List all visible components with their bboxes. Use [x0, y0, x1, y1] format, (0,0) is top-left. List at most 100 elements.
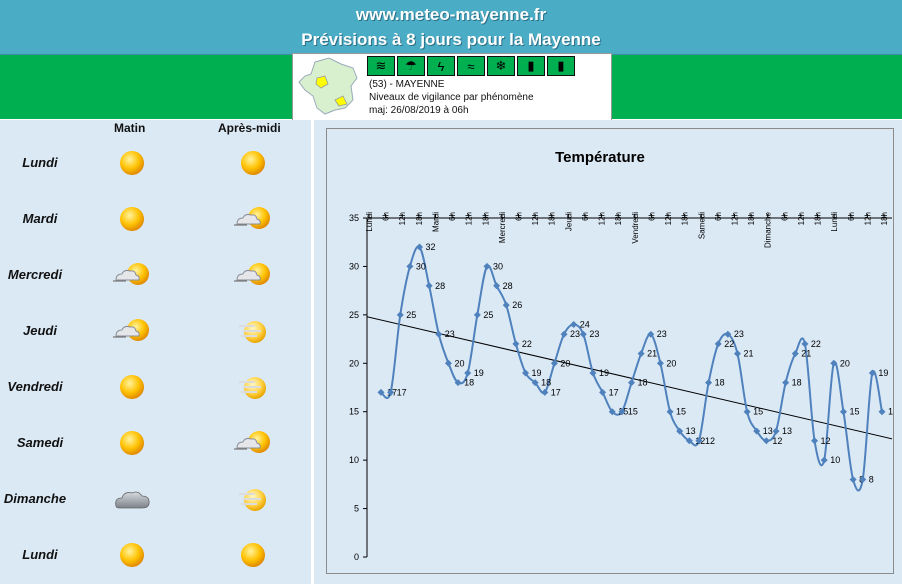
data-label: 20 [560, 358, 570, 368]
data-point [772, 427, 780, 435]
data-label: 30 [416, 261, 426, 271]
rain-flood-icon[interactable]: ☂ [397, 56, 425, 76]
data-point [570, 321, 578, 329]
data-point [444, 359, 452, 367]
data-point [464, 369, 472, 377]
x-tick-label: 18h [548, 212, 557, 225]
sun-icon [231, 540, 275, 570]
data-point [483, 262, 491, 270]
flood-icon[interactable]: ≈ [457, 56, 485, 76]
day-label: Jeudi [23, 323, 57, 338]
x-tick-label: 6h [581, 212, 590, 221]
x-tick-label: 18h [415, 212, 424, 225]
data-point [743, 408, 751, 416]
data-label: 15 [676, 407, 686, 417]
y-tick-label: 5 [354, 504, 359, 514]
data-point [656, 359, 664, 367]
data-label: 15 [888, 407, 893, 417]
hazy-sun-icon [231, 484, 275, 514]
x-tick-label: 18h [747, 212, 756, 225]
data-label: 20 [666, 358, 676, 368]
partly-cloudy-icon [110, 316, 154, 346]
temperature-series-line [380, 245, 883, 492]
sun-icon [110, 372, 154, 402]
data-point [435, 330, 443, 338]
x-tick-label: 6h [515, 212, 524, 221]
data-label: 18 [715, 378, 725, 388]
phenomena-icons: ≋ ☂ ϟ ≈ ❄ ▮ ▮ [367, 56, 605, 78]
y-tick-label: 0 [354, 552, 359, 562]
data-label: 15 [849, 407, 859, 417]
thunderstorm-icon[interactable]: ϟ [427, 56, 455, 76]
partly-cloudy-icon [231, 428, 275, 458]
data-label: 15 [628, 407, 638, 417]
data-point [396, 311, 404, 319]
data-point [416, 243, 424, 251]
cold-thermometer-icon[interactable]: ▮ [547, 56, 575, 76]
y-tick-label: 25 [349, 310, 359, 320]
data-label: 21 [647, 349, 657, 359]
data-point [502, 301, 510, 309]
data-point [579, 330, 587, 338]
x-tick-label: 6h [780, 212, 789, 221]
data-label: 19 [474, 368, 484, 378]
day-label: Vendredi [7, 379, 63, 394]
x-tick-label: Dimanche [764, 211, 773, 248]
data-point [705, 379, 713, 387]
snow-ice-icon[interactable]: ❄ [487, 56, 515, 76]
sun-icon [231, 148, 275, 178]
data-label: 32 [426, 242, 436, 252]
data-label: 17 [397, 387, 407, 397]
data-label: 18 [792, 378, 802, 388]
data-label: 19 [878, 368, 888, 378]
day-label: Lundi [22, 155, 58, 170]
x-tick-label: Mardi [431, 212, 440, 232]
vigilance-updated: maj: 26/08/2019 à 06h [369, 105, 469, 116]
vigilance-panel[interactable]: ≋ ☂ ϟ ≈ ❄ ▮ ▮ (53) - MAYENNE Niveaux de … [292, 53, 612, 121]
data-point [839, 408, 847, 416]
data-label: 17 [609, 387, 619, 397]
col-afternoon: Après-midi [218, 121, 281, 135]
data-label: 19 [599, 368, 609, 378]
data-label: 18 [541, 378, 551, 388]
x-tick-label: 6h [714, 212, 723, 221]
day-label: Mercredi [7, 267, 63, 282]
data-point [589, 369, 597, 377]
partly-cloudy-icon [231, 260, 275, 290]
x-tick-label: 18h [814, 212, 823, 225]
data-label: 22 [724, 339, 734, 349]
data-label: 23 [657, 329, 667, 339]
forecast-panel [0, 120, 311, 584]
day-label: Lundi [22, 547, 58, 562]
site-title[interactable]: www.meteo-mayenne.fr [0, 5, 902, 25]
x-tick-label: Vendredi [631, 212, 640, 244]
x-tick-label: Lundi [830, 212, 839, 232]
temperature-chart-svg: Température 0 5 10 15 20 25 30 35 Lundi 6h 12h 18h M… [349, 149, 898, 562]
hazy-sun-icon [231, 316, 275, 346]
x-tick-label: 12h [863, 212, 872, 225]
vigilance-label: Niveaux de vigilance par phénomène [369, 92, 534, 103]
data-point [512, 340, 520, 348]
x-tick-label: Samedi [697, 212, 706, 239]
data-label: 19 [532, 368, 542, 378]
y-tick-label: 20 [349, 358, 359, 368]
data-point [849, 476, 857, 484]
partly-cloudy-icon [231, 204, 275, 234]
data-label: 23 [445, 329, 455, 339]
y-tick-label: 10 [349, 455, 359, 465]
x-tick-label: Lundi [365, 212, 374, 232]
vigilance-department: (53) - MAYENNE [369, 79, 445, 90]
wind-icon[interactable]: ≋ [367, 56, 395, 76]
col-morning: Matin [114, 121, 146, 135]
y-tick-label: 15 [349, 407, 359, 417]
heat-thermometer-icon[interactable]: ▮ [517, 56, 545, 76]
day-label: Samedi [16, 435, 64, 450]
x-tick-label: Jeudi [564, 212, 573, 231]
data-point [820, 456, 828, 464]
data-point [628, 379, 635, 387]
data-point [782, 379, 790, 387]
data-label: 12 [705, 436, 715, 446]
data-point [878, 408, 886, 416]
temperature-chart: Température 0 5 10 15 20 25 30 35 Lundi 6h 12h 18h M… [326, 128, 898, 574]
x-tick-label: 12h [598, 212, 607, 225]
